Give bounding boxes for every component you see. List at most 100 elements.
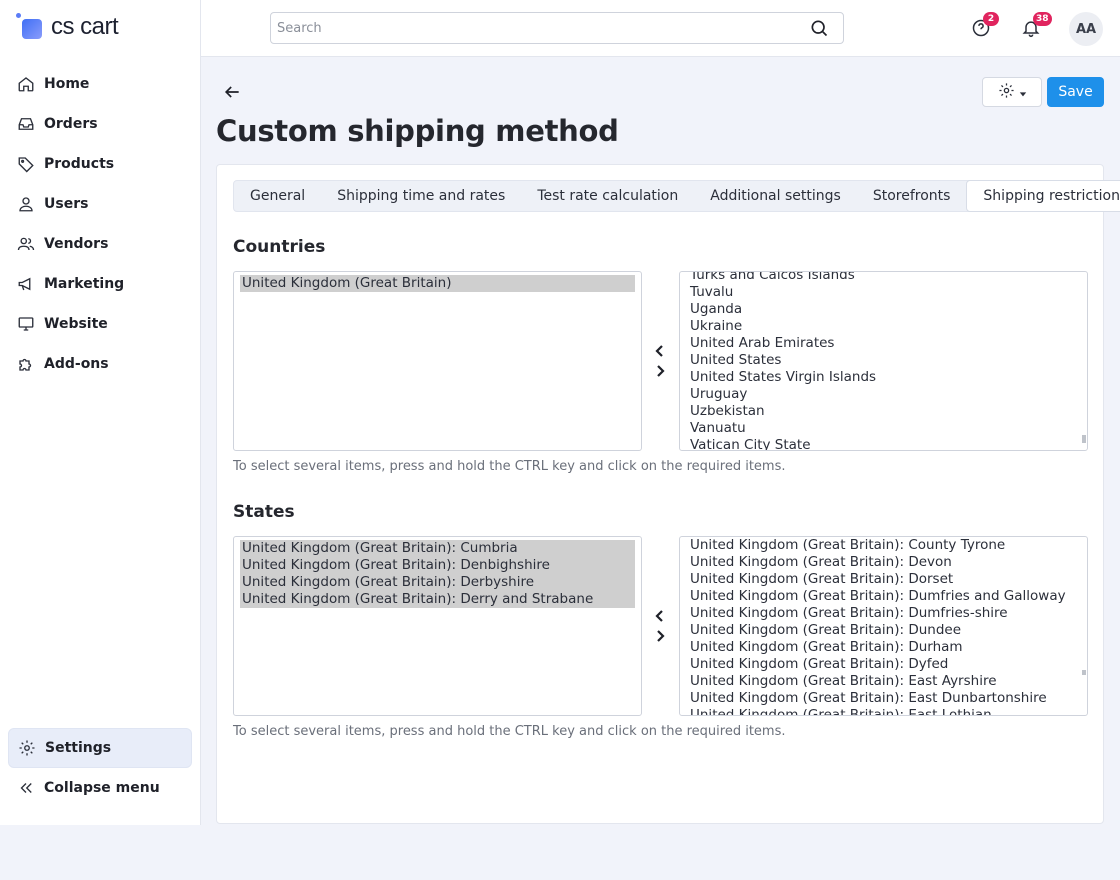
list-item[interactable]: Vanuatu [688,420,1081,437]
list-item[interactable]: United Kingdom (Great Britain): Denbighs… [240,557,635,574]
sidebar-item-addons[interactable]: Add-ons [8,344,192,384]
monitor-icon [16,314,36,334]
states-selected-list[interactable]: United Kingdom (Great Britain): Cumbria … [233,536,642,716]
tab-additional-settings[interactable]: Additional settings [694,181,857,211]
list-item[interactable]: United Kingdom (Great Britain): Dumfries… [688,605,1081,622]
list-item[interactable]: Ukraine [688,318,1081,335]
tab-shipping-time-and-rates[interactable]: Shipping time and rates [321,181,521,211]
countries-selected-list[interactable]: United Kingdom (Great Britain) [233,271,642,451]
list-item[interactable]: United Kingdom (Great Britain): Dorset [688,571,1081,588]
move-left-button[interactable] [653,341,667,361]
user-icon [16,194,36,214]
tab-general[interactable]: General [234,181,321,211]
sidebar-item-label: Vendors [44,236,109,252]
chevron-left-icon [655,342,665,361]
logo[interactable]: cs cart [16,12,119,42]
sidebar-item-orders[interactable]: Orders [8,104,192,144]
scrollbar-thumb[interactable] [1082,670,1086,675]
users-icon [16,234,36,254]
list-item[interactable]: United Kingdom (Great Britain): Cumbria [240,540,635,557]
sidebar-nav: Home Orders Products Users Vendors Marke… [8,64,192,384]
states-move-buttons [653,606,667,646]
double-chevron-left-icon [16,778,36,798]
sidebar-bottom: Settings Collapse menu [8,728,192,808]
list-item[interactable]: United Kingdom (Great Britain): County T… [688,537,1081,554]
sidebar-item-label: Add-ons [44,356,109,372]
chevron-right-icon [655,627,665,646]
logo-mark-icon [16,13,46,41]
list-item[interactable]: United Kingdom (Great Britain): East Lot… [688,707,1081,715]
move-right-button[interactable] [653,361,667,381]
list-item[interactable]: United Kingdom (Great Britain): Dundee [688,622,1081,639]
states-available-list[interactable]: United Kingdom (Great Britain): County T… [679,536,1088,716]
chevron-right-icon [655,362,665,381]
list-item[interactable]: United Arab Emirates [688,335,1081,352]
tab-storefronts[interactable]: Storefronts [857,181,967,211]
settings-dropdown-button[interactable] [982,77,1042,107]
avatar[interactable]: AA [1069,12,1103,46]
sidebar-item-home[interactable]: Home [8,64,192,104]
gear-icon [998,82,1015,103]
sidebar-item-marketing[interactable]: Marketing [8,264,192,304]
search-box [270,12,844,44]
list-item[interactable]: Uzbekistan [688,403,1081,420]
logo-text: cs cart [51,13,119,40]
search-icon[interactable] [809,18,829,38]
sidebar-item-label: Settings [45,740,112,756]
chevron-left-icon [655,607,665,626]
list-item[interactable]: United States [688,352,1081,369]
list-item[interactable]: Uganda [688,301,1081,318]
sidebar-item-label: Products [44,156,115,172]
list-item[interactable]: United Kingdom (Great Britain) [240,275,635,292]
countries-available-list[interactable]: Turks and Caicos Islands Tuvalu Uganda U… [679,271,1088,451]
move-right-button[interactable] [653,626,667,646]
move-left-button[interactable] [653,606,667,626]
sidebar-item-users[interactable]: Users [8,184,192,224]
list-item[interactable]: United Kingdom (Great Britain): Derry an… [240,591,635,608]
tab-shipping-restrictions[interactable]: Shipping restrictions [966,180,1120,212]
gear-icon [17,738,37,758]
content-panel: General Shipping time and rates Test rat… [216,164,1120,824]
top-header: 2 38 AA [201,0,1120,57]
list-item[interactable]: United States Virgin Islands [688,369,1081,386]
sidebar-item-label: Orders [44,116,98,132]
sidebar-item-label: Home [44,76,90,92]
scrollbar-thumb[interactable] [1082,435,1086,443]
megaphone-icon [16,274,36,294]
tab-test-rate-calculation[interactable]: Test rate calculation [521,181,694,211]
sidebar-item-website[interactable]: Website [8,304,192,344]
states-title: States [233,502,295,522]
list-item[interactable]: United Kingdom (Great Britain): East Ayr… [688,673,1081,690]
sidebar-item-products[interactable]: Products [8,144,192,184]
notifications-badge: 38 [1033,12,1052,26]
back-button[interactable] [222,82,242,102]
caret-down-icon [1019,83,1027,102]
list-item[interactable]: United Kingdom (Great Britain): Derbyshi… [240,574,635,591]
list-item[interactable]: United Kingdom (Great Britain): Dyfed [688,656,1081,673]
list-item[interactable]: Turks and Caicos Islands [688,272,1081,284]
countries-move-buttons [653,341,667,381]
list-item[interactable]: Tuvalu [688,284,1081,301]
home-icon [16,74,36,94]
countries-title: Countries [233,237,326,257]
list-item[interactable]: United Kingdom (Great Britain): Devon [688,554,1081,571]
notifications-button[interactable]: 38 [1021,12,1052,40]
tag-icon [16,154,36,174]
search-input[interactable] [271,13,791,43]
sidebar-item-label: Website [44,316,108,332]
list-item[interactable]: Uruguay [688,386,1081,403]
puzzle-icon [16,354,36,374]
collapse-menu-label: Collapse menu [44,780,160,796]
sidebar-item-settings[interactable]: Settings [8,728,192,768]
list-item[interactable]: United Kingdom (Great Britain): Dumfries… [688,588,1081,605]
sidebar-item-vendors[interactable]: Vendors [8,224,192,264]
collapse-menu-button[interactable]: Collapse menu [8,768,192,808]
list-item[interactable]: United Kingdom (Great Britain): East Dun… [688,690,1081,707]
help-button[interactable]: 2 [971,12,999,40]
sidebar-item-label: Users [44,196,89,212]
list-item[interactable]: United Kingdom (Great Britain): Durham [688,639,1081,656]
save-button[interactable]: Save [1047,77,1104,107]
sidebar-item-label: Marketing [44,276,125,292]
states-hint: To select several items, press and hold … [233,724,786,739]
list-item[interactable]: Vatican City State [688,437,1081,450]
